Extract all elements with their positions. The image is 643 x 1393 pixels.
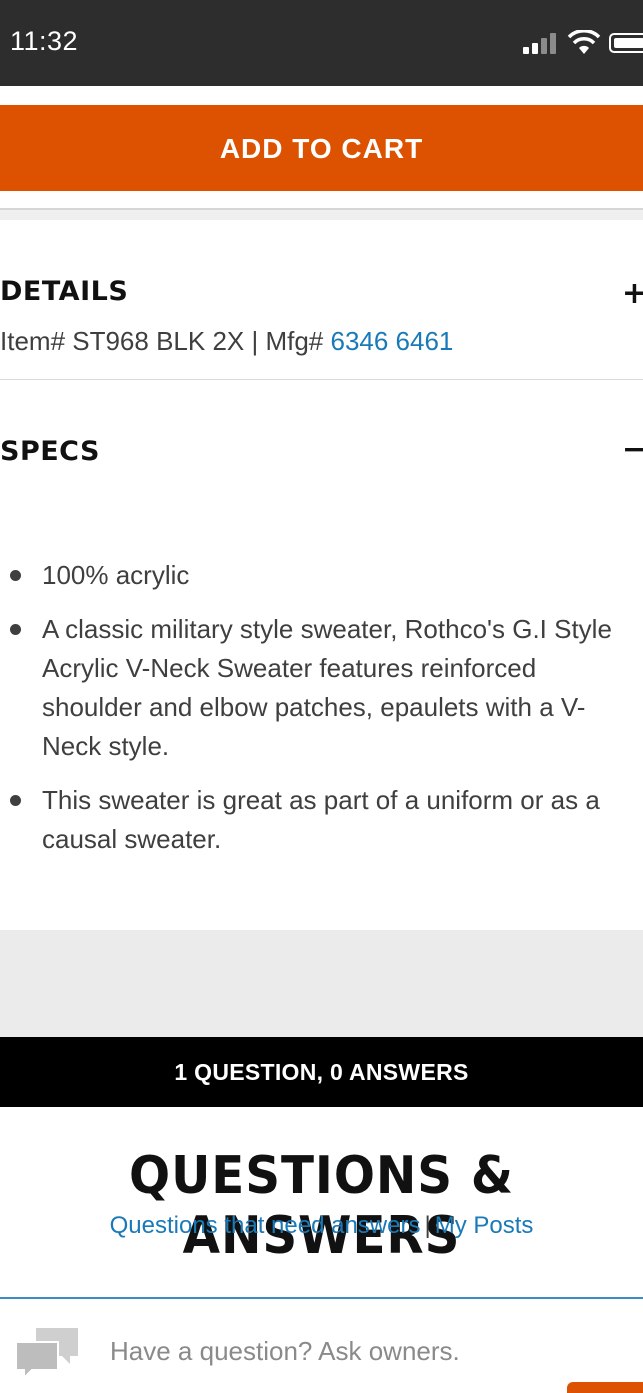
specs-list: 100% acrylic A classic military style sw… xyxy=(0,556,643,874)
details-expand-toggle[interactable]: + xyxy=(622,276,643,311)
wifi-icon xyxy=(567,30,601,54)
status-time: 11:32 xyxy=(10,26,79,56)
bullet-icon xyxy=(10,570,21,581)
ask-submit-button[interactable] xyxy=(567,1382,643,1393)
cart-section: ADD TO CART xyxy=(0,86,643,214)
qa-links: Questions that need answers | My Posts xyxy=(0,1212,643,1240)
spec-item: 100% acrylic xyxy=(0,556,643,595)
specs-header[interactable]: SPECS xyxy=(0,436,100,467)
details-divider xyxy=(0,379,643,380)
status-bar: 11:32 xyxy=(0,0,643,86)
specs-collapse-toggle[interactable]: − xyxy=(622,432,643,467)
cellular-signal-icon xyxy=(523,32,563,54)
section-spacer xyxy=(0,930,643,1037)
status-icons xyxy=(523,30,643,56)
section-shadow xyxy=(0,208,643,220)
bullet-icon xyxy=(10,795,21,806)
ask-question-input[interactable]: Have a question? Ask owners. xyxy=(110,1336,460,1367)
my-posts-link[interactable]: My Posts xyxy=(435,1212,534,1239)
link-separator: | xyxy=(424,1212,431,1239)
qa-divider xyxy=(0,1297,643,1299)
item-numbers: Item# ST968 BLK 2X | Mfg# 6346 6461 xyxy=(0,326,453,357)
qa-summary-bar[interactable]: 1 QUESTION, 0 ANSWERS xyxy=(0,1037,643,1107)
chat-bubbles-icon xyxy=(15,1328,78,1380)
battery-icon xyxy=(609,33,643,53)
spec-item: This sweater is great as part of a unifo… xyxy=(0,781,643,859)
bullet-icon xyxy=(10,624,21,635)
add-to-cart-button[interactable]: ADD TO CART xyxy=(0,105,643,191)
details-header[interactable]: DETAILS xyxy=(0,276,128,307)
qa-heading: QUESTIONS & ANSWERS xyxy=(129,1146,514,1266)
questions-need-answers-link[interactable]: Questions that need answers xyxy=(110,1212,421,1239)
mfg-number-link[interactable]: 6346 6461 xyxy=(330,326,453,356)
item-number-text: Item# ST968 BLK 2X | Mfg# xyxy=(0,326,331,356)
spec-item: A classic military style sweater, Rothco… xyxy=(0,610,643,766)
